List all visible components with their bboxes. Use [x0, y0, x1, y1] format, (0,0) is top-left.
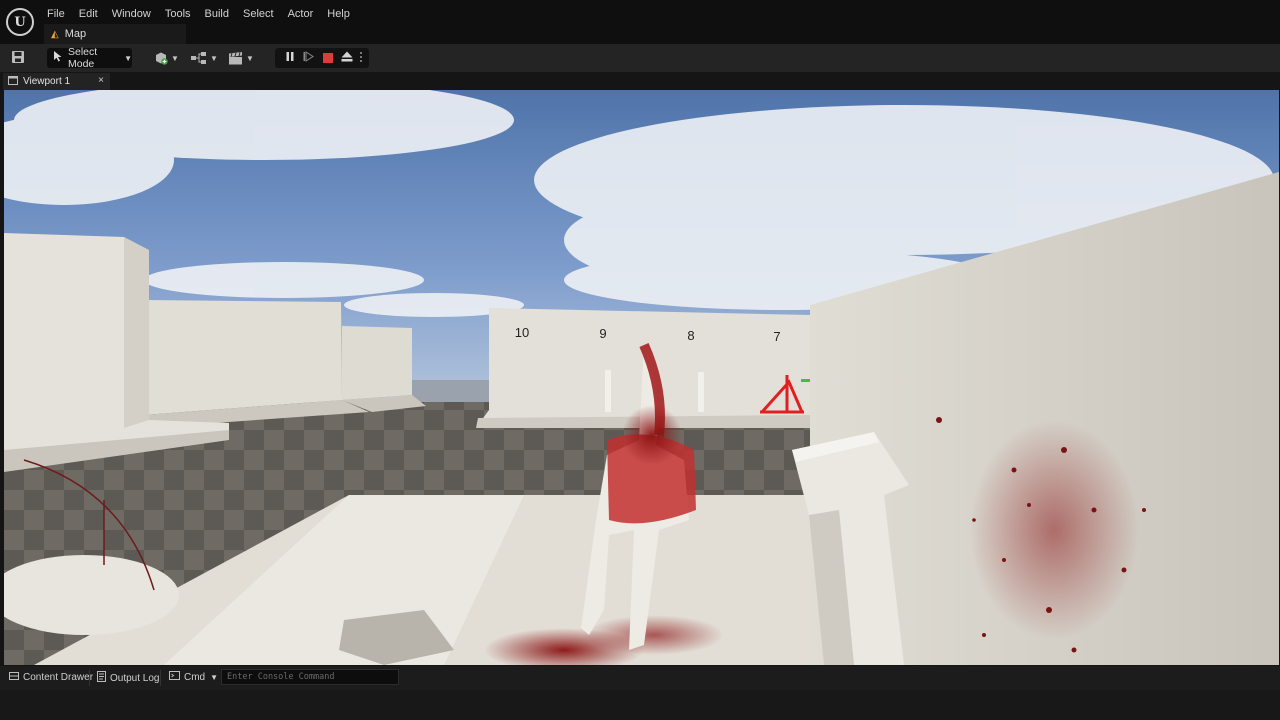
content-drawer-icon — [9, 671, 19, 684]
chevron-down-icon: ▼ — [210, 53, 218, 63]
console-command-input[interactable]: Enter Console Command — [221, 669, 399, 685]
level-viewport[interactable]: 10 9 8 7 — [4, 90, 1279, 665]
unreal-logo-icon[interactable]: U — [6, 8, 34, 36]
save-icon[interactable] — [10, 50, 26, 66]
frame-skip-icon[interactable] — [299, 51, 318, 65]
distance-marker: 9 — [599, 326, 606, 341]
select-cursor-icon — [53, 51, 63, 65]
add-actor-icon — [156, 52, 168, 65]
menu-help[interactable]: Help — [320, 6, 357, 22]
menu-build[interactable]: Build — [198, 6, 236, 22]
menu-edit[interactable]: Edit — [72, 6, 105, 22]
viewport-tab-label: Viewport 1 — [23, 76, 71, 87]
chevron-down-icon: ▼ — [210, 672, 219, 682]
level-tab[interactable]: ◭ Map — [44, 24, 186, 44]
terminal-icon — [169, 671, 180, 683]
blueprints-button[interactable]: ▼ — [191, 50, 218, 66]
stop-square — [322, 53, 333, 64]
divider — [89, 670, 90, 686]
output-log-button[interactable]: Output Log — [97, 671, 159, 685]
viewport-tab[interactable]: Viewport 1 × — [3, 73, 110, 90]
play-controls — [275, 48, 369, 68]
level-tab-label: Map — [64, 28, 87, 40]
close-icon[interactable]: × — [98, 75, 104, 86]
menu-file[interactable]: File — [40, 6, 72, 22]
menu-tools[interactable]: Tools — [158, 6, 198, 22]
level-icon: ◭ — [51, 28, 59, 40]
select-mode-dropdown[interactable]: Select Mode ▼ — [47, 46, 132, 70]
menu-bar: U File Edit Window Tools Build Select Ac… — [0, 0, 1280, 44]
main-toolbar: Select Mode ▼ ▼ ▼ ▼ — [0, 44, 1280, 72]
stop-icon[interactable] — [318, 52, 337, 64]
add-content-button[interactable]: ▼ — [154, 50, 179, 66]
output-log-label: Output Log — [110, 672, 160, 684]
distance-marker: 7 — [773, 329, 780, 344]
content-drawer-label: Content Drawer — [23, 672, 94, 683]
menu-actor[interactable]: Actor — [281, 6, 321, 22]
divider — [160, 670, 161, 686]
distance-marker: 8 — [687, 328, 694, 343]
bottom-strip — [0, 690, 1280, 720]
content-drawer-button[interactable]: Content Drawer — [9, 671, 93, 684]
main-menu: File Edit Window Tools Build Select Acto… — [40, 6, 357, 22]
cmd-label: Cmd — [184, 671, 206, 683]
more-options-icon[interactable] — [356, 51, 366, 66]
eject-icon[interactable] — [337, 51, 356, 65]
viewport-tab-bar: Viewport 1 × — [0, 72, 1280, 90]
menu-window[interactable]: Window — [105, 6, 158, 22]
chevron-down-icon: ▼ — [246, 53, 254, 63]
blueprint-icon — [191, 52, 206, 64]
select-mode-label: Select Mode — [68, 46, 98, 70]
viewport-render: 10 9 8 7 — [4, 90, 1279, 665]
output-log-icon — [97, 671, 106, 685]
distance-marker: 10 — [515, 325, 529, 340]
viewport-icon — [8, 76, 18, 87]
chevron-down-icon: ▼ — [171, 53, 179, 63]
cmd-dropdown[interactable]: Cmd ▼ — [169, 671, 218, 683]
clapperboard-icon — [229, 51, 242, 64]
pause-icon[interactable] — [280, 51, 299, 65]
menu-select[interactable]: Select — [236, 6, 281, 22]
chevron-down-icon: ▼ — [124, 53, 132, 63]
status-bar: Content Drawer Output Log Cmd ▼ Enter Co… — [0, 666, 1280, 690]
cinematics-button[interactable]: ▼ — [228, 50, 254, 66]
